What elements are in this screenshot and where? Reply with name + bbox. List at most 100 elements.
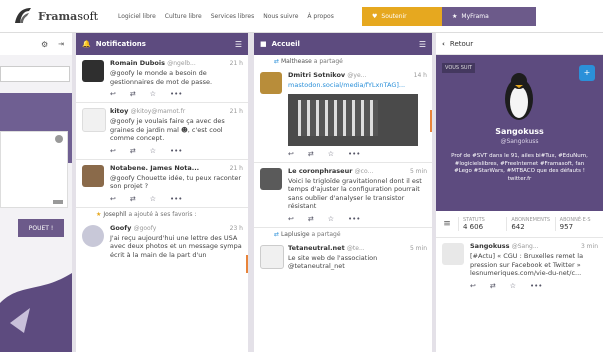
mastodon-mascot-illustration — [0, 273, 72, 352]
gear-icon[interactable]: ⚙ — [41, 40, 48, 49]
timeline-item[interactable]: Tetaneutral.net @te... 5 min Le site web… — [254, 240, 432, 275]
status-user[interactable]: Romain Dubois — [110, 59, 165, 67]
status-user[interactable]: Goofy — [110, 224, 131, 232]
nav-a-propos[interactable]: À propos — [307, 13, 333, 20]
reply-icon[interactable]: ↩ — [110, 195, 116, 203]
profile-header[interactable]: ‹ Retour — [436, 33, 603, 55]
status-user[interactable]: Dmitri Sotnikov — [288, 71, 345, 79]
avatar[interactable] — [82, 60, 104, 82]
avatar[interactable] — [82, 224, 104, 247]
nav-culture-libre[interactable]: Culture libre — [165, 13, 202, 20]
status-time: 23 h — [229, 224, 243, 232]
nav-logiciel-libre[interactable]: Logiciel libre — [118, 13, 156, 20]
favourite-icon[interactable]: ☆ — [510, 282, 516, 290]
nav-services-libres[interactable]: Services libres — [211, 13, 255, 20]
reply-icon[interactable]: ↩ — [110, 90, 116, 98]
boost-notice: ⇄ Malthease a partagé — [254, 55, 432, 67]
more-icon[interactable]: ••• — [348, 150, 360, 158]
stat-statuses[interactable]: STATUTS 4 606 — [458, 217, 506, 231]
favourite-icon[interactable]: ☆ — [328, 150, 334, 158]
boost-who[interactable]: Laplusige — [281, 231, 310, 238]
scrollbar[interactable] — [246, 255, 248, 273]
timeline-item[interactable]: Le coronphraseur @co... 5 min Voici le t… — [254, 163, 432, 228]
avatar[interactable] — [442, 243, 464, 265]
profile-status[interactable]: Sangokuss @Sang... 3 min [#Actu] « CGU :… — [436, 238, 603, 294]
more-icon[interactable]: ••• — [170, 147, 182, 155]
workspace: ⚙ ⇥ POUET ! 🔔 Notifications ☰ Romain Dub… — [0, 33, 603, 352]
boost-icon[interactable]: ⇄ — [308, 215, 314, 223]
status-user[interactable]: kitoy — [110, 107, 128, 115]
chevron-left-icon[interactable]: ‹ — [442, 40, 445, 48]
notification-item[interactable]: Romain Dubois @ngelb... 21 h @goofy le m… — [76, 55, 248, 103]
reply-icon[interactable]: ↩ — [470, 282, 476, 290]
notification-item[interactable]: kitoy @kitoy@mamot.fr 21 h @goofy je vou… — [76, 103, 248, 160]
nav-nous-suivre[interactable]: Nous suivre — [263, 13, 298, 20]
more-icon[interactable]: ••• — [530, 282, 542, 290]
counter-label — [53, 200, 63, 204]
status-acct: @ye... — [347, 72, 367, 79]
avatar[interactable] — [82, 164, 104, 187]
favourite-icon[interactable]: ☆ — [150, 90, 156, 98]
status-user[interactable]: Tetaneutral.net — [288, 244, 345, 252]
boost-who[interactable]: Malthease — [281, 58, 312, 65]
pouet-button[interactable]: POUET ! — [18, 219, 64, 237]
boost-icon[interactable]: ⇄ — [130, 90, 136, 98]
compose-textarea[interactable] — [0, 131, 68, 208]
reply-icon[interactable]: ↩ — [288, 215, 294, 223]
status-time: 21 h — [229, 108, 243, 115]
notification-item[interactable]: Goofy @goofy 23 h J'ai reçu aujourd'hui … — [76, 220, 248, 264]
boost-icon[interactable]: ⇄ — [490, 282, 496, 290]
favourite-icon[interactable]: ☆ — [328, 215, 334, 223]
status-user[interactable]: Le coronphraseur — [288, 167, 352, 175]
more-icon[interactable]: ••• — [348, 215, 360, 223]
favourite-who[interactable]: Josephll — [103, 211, 126, 218]
status-actions: ↩ ⇄ ☆ ••• — [110, 90, 242, 98]
follow-button[interactable]: + — [579, 65, 595, 81]
menu-icon[interactable]: ≡ — [436, 219, 458, 229]
bell-icon: 🔔 — [82, 40, 91, 48]
timeline-item[interactable]: Dmitri Sotnikov @ye... 14 h mastodon.soc… — [254, 67, 432, 163]
status-time: 21 h — [229, 164, 243, 172]
more-icon[interactable]: ••• — [170, 195, 182, 203]
home-icon: ■ — [260, 40, 267, 48]
avatar[interactable] — [82, 108, 106, 132]
home-header[interactable]: ■ Accueil ☰ — [254, 33, 432, 55]
arrow-right-icon[interactable]: ⇥ — [58, 40, 64, 48]
status-text: J'ai reçu aujourd'hui une lettre des USA… — [110, 233, 242, 259]
penguin-avatar[interactable] — [498, 69, 540, 121]
brand[interactable]: Framasoft — [12, 6, 98, 26]
soutenir-button[interactable]: ♥ Soutenir — [362, 7, 450, 26]
status-text: Le site web de l'association @tetaneutra… — [288, 253, 378, 271]
boost-icon[interactable]: ⇄ — [308, 150, 314, 158]
boost-action: a partagé — [313, 58, 343, 65]
notifications-title: Notifications — [95, 40, 146, 48]
notification-item[interactable]: Notabene. James Nota... 21 h @goofy Chou… — [76, 160, 248, 208]
favourite-icon[interactable]: ☆ — [150, 147, 156, 155]
home-title: Accueil — [271, 40, 300, 48]
framasoft-logo — [15, 8, 31, 23]
stat-followers[interactable]: ABONNÉ·E·S 957 — [554, 217, 603, 231]
more-icon[interactable]: ••• — [170, 90, 182, 98]
avatar[interactable] — [260, 167, 282, 190]
sliders-icon[interactable]: ☰ — [235, 40, 242, 49]
boost-icon[interactable]: ⇄ — [130, 147, 136, 155]
avatar[interactable] — [260, 72, 282, 94]
status-link[interactable]: mastodon.social/media/fYLxnTAG]... — [288, 81, 405, 89]
favourite-icon[interactable]: ☆ — [150, 195, 156, 203]
status-actions: ↩ ⇄ ☆ ••• — [110, 195, 242, 203]
status-media[interactable] — [288, 93, 418, 146]
stat-following[interactable]: ABONNEMENTS 642 — [506, 217, 554, 231]
myframa-button[interactable]: ★ MyFrama — [442, 7, 536, 26]
status-user[interactable]: Notabene. James Nota... — [110, 164, 199, 172]
reply-icon[interactable]: ↩ — [288, 150, 294, 158]
scrollbar[interactable] — [430, 110, 432, 132]
boost-icon[interactable]: ⇄ — [130, 195, 136, 203]
reply-icon[interactable]: ↩ — [110, 147, 116, 155]
back-label[interactable]: Retour — [450, 40, 473, 48]
search-input[interactable] — [0, 66, 70, 82]
info-icon — [55, 135, 63, 143]
sliders-icon[interactable]: ☰ — [419, 40, 426, 49]
status-user[interactable]: Sangokuss — [470, 242, 510, 250]
notifications-header[interactable]: 🔔 Notifications ☰ — [76, 33, 248, 55]
avatar[interactable] — [260, 244, 284, 269]
